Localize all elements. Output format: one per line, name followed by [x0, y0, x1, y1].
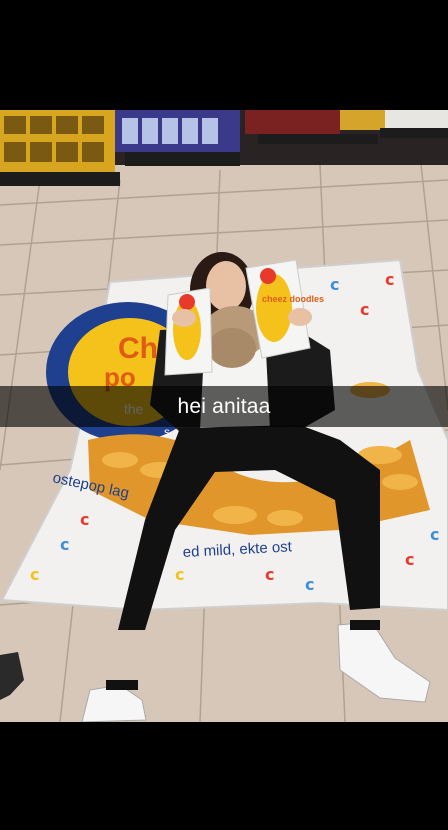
svg-text:c: c — [265, 565, 274, 584]
svg-text:c: c — [385, 270, 394, 289]
svg-text:c: c — [360, 300, 369, 319]
snap-screen: Ch po the s c c — [0, 0, 448, 830]
svg-text:c: c — [80, 510, 89, 529]
svg-text:c: c — [175, 565, 184, 584]
svg-text:c: c — [330, 275, 339, 294]
svg-text:c: c — [60, 535, 69, 554]
snap-caption-text: hei anitaa — [177, 394, 271, 418]
svg-text:c: c — [405, 550, 414, 569]
svg-text:c: c — [430, 525, 439, 544]
svg-text:c: c — [305, 575, 314, 594]
bag-line-side: s — [164, 425, 170, 439]
snack-bag-label: cheez doodles — [262, 294, 324, 304]
snack-bag-left — [164, 287, 213, 376]
snap-caption-bar[interactable]: hei anitaa — [0, 386, 448, 427]
svg-text:c: c — [30, 565, 39, 584]
bag-brand-fragment: Ch — [118, 332, 158, 365]
